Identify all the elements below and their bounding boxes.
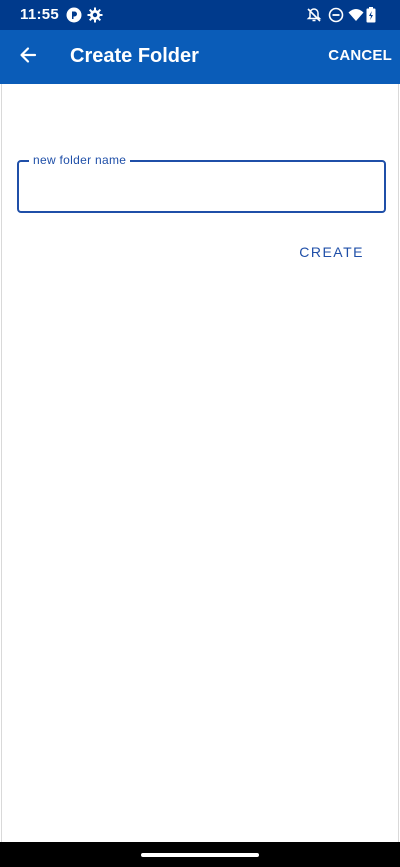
app-bar: Create Folder CANCEL [0, 30, 400, 84]
screen: 11:55 Create Folder CANCEL new folder na… [0, 0, 400, 867]
folder-name-label: new folder name [29, 153, 131, 167]
battery-charging-icon [366, 7, 376, 23]
settings-gear-icon [87, 7, 103, 23]
folder-name-field[interactable]: new folder name [17, 153, 386, 213]
create-folder-form: new folder name CREATE [1, 84, 399, 842]
folder-name-input[interactable] [31, 172, 375, 202]
arrow-back-icon [18, 45, 38, 70]
pocketcasts-icon [66, 7, 82, 23]
status-time: 11:55 [20, 6, 60, 23]
navigation-bar [0, 842, 400, 867]
notifications-off-icon [306, 7, 322, 23]
back-button[interactable] [8, 37, 48, 77]
wifi-icon [348, 7, 364, 23]
status-bar: 11:55 [0, 0, 400, 30]
cancel-button[interactable]: CANCEL [328, 47, 392, 64]
do-not-disturb-icon [328, 7, 344, 23]
home-gesture-handle[interactable] [141, 853, 259, 857]
create-button[interactable]: CREATE [299, 244, 364, 260]
page-title: Create Folder [70, 45, 199, 67]
